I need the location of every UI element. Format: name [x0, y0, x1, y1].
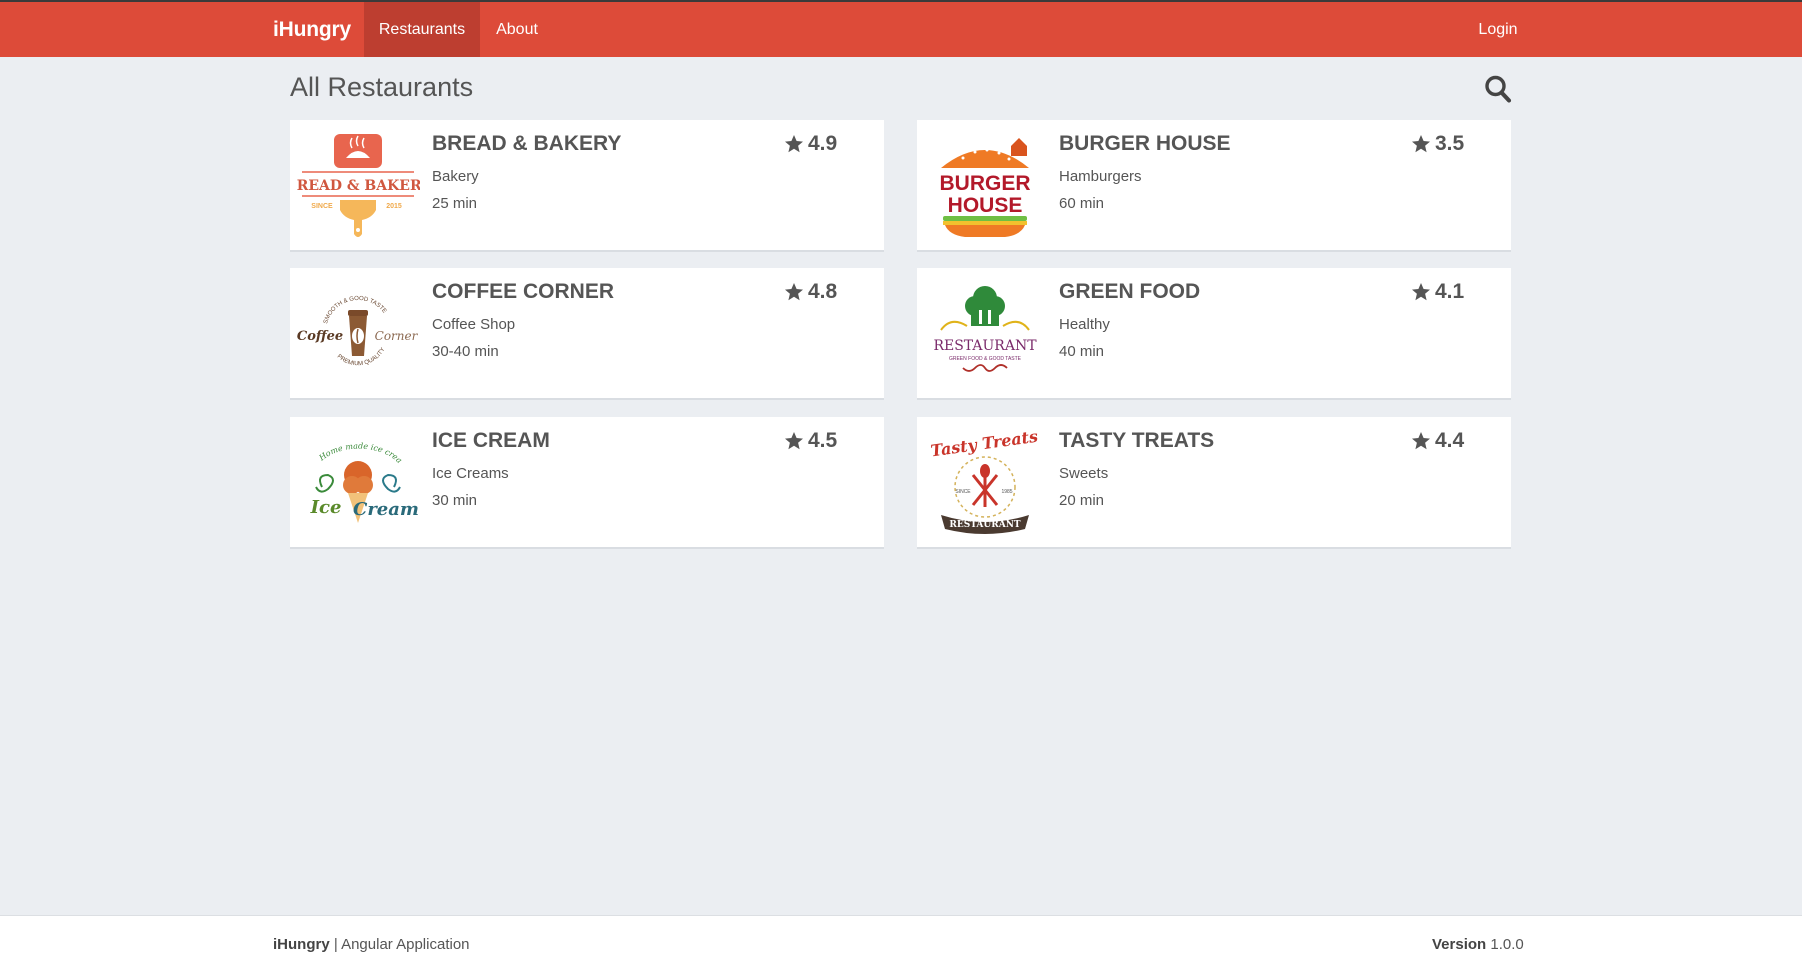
restaurant-card[interactable]: Tasty Treats SINCE 1985 RESTAURANT TASTY… — [917, 417, 1511, 549]
svg-text:Cream: Cream — [353, 499, 419, 520]
restaurant-card[interactable]: BURGER HOUSE BURGER HOUSE Hamburgers 60 … — [917, 120, 1511, 252]
version-number: 1.0.0 — [1490, 936, 1524, 953]
svg-text:HOUSE: HOUSE — [948, 194, 1023, 217]
restaurant-rating: 4.9 — [784, 132, 837, 156]
svg-text:RESTAURANT: RESTAURANT — [949, 520, 1021, 530]
rating-value: 3.5 — [1435, 132, 1465, 155]
svg-text:SINCE: SINCE — [955, 489, 971, 495]
footer: iHungry | Angular Application Version 1.… — [0, 915, 1802, 963]
footer-tagline: | Angular Application — [333, 936, 470, 953]
star-icon — [785, 432, 803, 450]
restaurant-name[interactable]: BREAD & BAKERY — [432, 132, 621, 156]
restaurant-category: Sweets — [1059, 465, 1109, 482]
restaurant-category: Coffee Shop — [432, 316, 516, 333]
restaurant-delivery-time: 40 min — [1059, 343, 1105, 360]
restaurant-delivery-time: 20 min — [1059, 492, 1105, 509]
tasty-treats-logo: Tasty Treats SINCE 1985 RESTAURANT — [923, 425, 1047, 541]
version-label: Version — [1432, 936, 1487, 953]
svg-text:Corner: Corner — [375, 329, 419, 343]
star-icon — [1412, 283, 1430, 301]
restaurant-name[interactable]: GREEN FOOD — [1059, 280, 1200, 304]
restaurant-card[interactable]: SMOOTH & GOOD TASTE PREMIUM QUALITY Coff… — [290, 268, 884, 400]
star-icon — [1412, 135, 1430, 153]
restaurant-delivery-time: 60 min — [1059, 195, 1105, 212]
search-icon[interactable] — [1484, 74, 1512, 104]
svg-text:Ice: Ice — [310, 497, 342, 518]
brand-logo[interactable]: iHungry — [273, 2, 351, 57]
restaurant-name[interactable]: BURGER HOUSE — [1059, 132, 1231, 156]
restaurant-category: Hamburgers — [1059, 168, 1142, 185]
restaurant-name[interactable]: COFFEE CORNER — [432, 280, 614, 304]
restaurant-card[interactable]: RESTAURANT GREEN FOOD & GOOD TASTE GREEN… — [917, 268, 1511, 400]
restaurant-rating: 4.4 — [1411, 429, 1464, 453]
rating-value: 4.4 — [1435, 429, 1465, 452]
rating-value: 4.5 — [808, 429, 838, 452]
restaurant-name[interactable]: TASTY TREATS — [1059, 429, 1214, 453]
restaurant-category: Healthy — [1059, 316, 1110, 333]
footer-brand: iHungry | Angular Application — [273, 936, 470, 953]
restaurant-rating: 4.1 — [1411, 280, 1464, 304]
star-icon — [785, 135, 803, 153]
svg-text:1985: 1985 — [1001, 489, 1012, 495]
nav-restaurants[interactable]: Restaurants — [364, 2, 480, 57]
svg-text:Coffee: Coffee — [297, 329, 343, 344]
svg-text:GREEN FOOD & GOOD TASTE: GREEN FOOD & GOOD TASTE — [949, 356, 1022, 362]
restaurant-rating: 3.5 — [1411, 132, 1464, 156]
restaurant-category: Bakery — [432, 168, 479, 185]
nav-about[interactable]: About — [480, 2, 554, 57]
restaurant-category: Ice Creams — [432, 465, 509, 482]
coffee-corner-logo: SMOOTH & GOOD TASTE PREMIUM QUALITY Coff… — [296, 276, 420, 392]
footer-version: Version 1.0.0 — [1432, 936, 1524, 953]
restaurant-card[interactable]: BREAD & BAKERY SINCE 2015 BREAD & BAKERY… — [285, 120, 884, 252]
restaurant-delivery-time: 30-40 min — [432, 343, 499, 360]
svg-text:BREAD & BAKERY: BREAD & BAKERY — [296, 178, 420, 194]
restaurant-rating: 4.5 — [784, 429, 837, 453]
rating-value: 4.8 — [808, 280, 838, 303]
burger-house-logo: BURGER HOUSE — [923, 128, 1047, 244]
top-navbar: iHungry Restaurants About Login — [0, 0, 1802, 57]
star-icon — [785, 283, 803, 301]
rating-value: 4.1 — [1435, 280, 1465, 303]
svg-text:2015: 2015 — [386, 203, 402, 210]
login-link[interactable]: Login — [1462, 2, 1534, 57]
restaurant-rating: 4.8 — [784, 280, 837, 304]
svg-text:Tasty Treats: Tasty Treats — [929, 427, 1039, 461]
footer-brand-name: iHungry — [273, 936, 330, 953]
svg-text:Home made ice cream: Home made ice cream — [296, 425, 404, 465]
svg-text:RESTAURANT: RESTAURANT — [933, 338, 1037, 354]
green-food-logo: RESTAURANT GREEN FOOD & GOOD TASTE — [923, 276, 1047, 392]
rating-value: 4.9 — [808, 132, 838, 155]
bread-bakery-logo: BREAD & BAKERY SINCE 2015 — [285, 128, 432, 244]
svg-text:SINCE: SINCE — [311, 203, 333, 210]
restaurant-delivery-time: 25 min — [432, 195, 478, 212]
restaurant-card[interactable]: Home made ice cream Ice Cream ICE CREAM … — [290, 417, 884, 549]
svg-text:BURGER: BURGER — [939, 172, 1030, 195]
restaurant-delivery-time: 30 min — [432, 492, 478, 509]
ice-cream-logo: Home made ice cream Ice Cream — [292, 418, 420, 541]
restaurant-name[interactable]: ICE CREAM — [432, 429, 550, 453]
star-icon — [1412, 432, 1430, 450]
page-title: All Restaurants — [290, 72, 474, 102]
